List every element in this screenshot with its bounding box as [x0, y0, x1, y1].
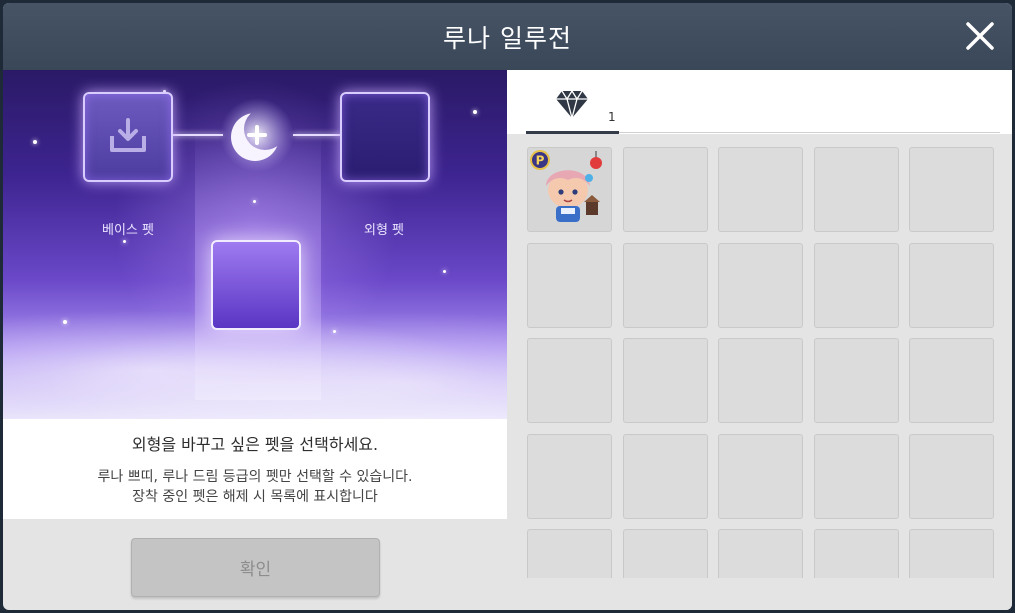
- pet-slot[interactable]: [909, 338, 994, 423]
- pet-slot-filled[interactable]: P: [527, 147, 612, 232]
- skin-pet-label: 외형 펫: [363, 223, 404, 238]
- tab-gem-pets[interactable]: 1: [526, 78, 619, 134]
- base-pet-slot[interactable]: [83, 92, 173, 182]
- pet-slot[interactable]: [909, 529, 994, 578]
- pet-slot[interactable]: [813, 433, 899, 519]
- pet-slot[interactable]: [718, 529, 803, 578]
- sparkle: [63, 320, 67, 324]
- sparkle: [123, 240, 126, 243]
- diamond-icon: [556, 89, 588, 119]
- tab-active-underline: [526, 131, 619, 134]
- pet-grid: P: [527, 147, 1002, 578]
- pet-slot[interactable]: [718, 338, 803, 423]
- pet-slot[interactable]: [527, 338, 612, 423]
- inventory-tab-bar: 1: [507, 70, 1012, 134]
- pet-character-icon: P: [530, 150, 602, 222]
- pet-slot[interactable]: [718, 242, 803, 328]
- pet-slot[interactable]: [527, 242, 612, 328]
- luna-illusion-window: 루나 일루전 베이스 펫 외형 펫 외형을 바꾸고 싶은 펫을 선택하세요. 루…: [3, 3, 1012, 610]
- illusion-stage: 베이스 펫 외형 펫: [3, 70, 507, 419]
- download-icon: [110, 118, 146, 152]
- close-button[interactable]: [962, 18, 998, 54]
- pet-badge: P: [536, 154, 545, 168]
- pet-slot[interactable]: [718, 147, 803, 232]
- confirm-button[interactable]: 확인: [131, 538, 380, 597]
- pet-slot[interactable]: [909, 147, 994, 232]
- instruction-note-2: 장착 중인 펫은 해제 시 목록에 표시합니다: [132, 489, 378, 505]
- crescent-moon-icon: [219, 97, 295, 173]
- connector-line-right: [293, 134, 342, 136]
- titlebar: 루나 일루전: [3, 3, 1012, 70]
- sparkle: [333, 330, 336, 333]
- sparkle: [33, 140, 37, 144]
- pet-slot[interactable]: [813, 529, 899, 578]
- pet-slot[interactable]: [813, 147, 899, 232]
- pet-slot[interactable]: [622, 529, 708, 578]
- pet-slot[interactable]: [718, 433, 803, 519]
- result-pet-slot: [211, 240, 301, 330]
- sparkle: [253, 200, 256, 203]
- instruction-note-1: 루나 쁘띠, 루나 드림 등급의 펫만 선택할 수 있습니다.: [97, 469, 413, 485]
- window-title: 루나 일루전: [443, 23, 572, 53]
- base-pet-label: 베이스 펫: [102, 223, 154, 238]
- pet-slot[interactable]: [909, 433, 994, 519]
- instruction-panel: 외형을 바꾸고 싶은 펫을 선택하세요. 루나 쁘띠, 루나 드림 등급의 펫만…: [3, 419, 507, 519]
- close-icon: [966, 22, 994, 50]
- pet-slot[interactable]: [909, 242, 994, 328]
- pet-inventory-panel: 1 P: [507, 70, 1012, 610]
- pet-slot[interactable]: [813, 242, 899, 328]
- instruction-message: 외형을 바꾸고 싶은 펫을 선택하세요.: [131, 435, 379, 454]
- pet-slot[interactable]: [622, 338, 708, 423]
- sparkle: [473, 110, 477, 114]
- skin-pet-slot[interactable]: [340, 92, 430, 182]
- tab-count: 1: [608, 110, 616, 124]
- tab-divider: [619, 132, 1000, 133]
- pet-slot[interactable]: [622, 147, 708, 232]
- connector-line-left: [171, 134, 223, 136]
- pet-slot[interactable]: [622, 433, 708, 519]
- pet-slot[interactable]: [527, 433, 612, 519]
- sparkle: [443, 270, 446, 273]
- pet-slot[interactable]: [527, 529, 612, 578]
- pet-slot[interactable]: [622, 242, 708, 328]
- pet-slot[interactable]: [813, 338, 899, 423]
